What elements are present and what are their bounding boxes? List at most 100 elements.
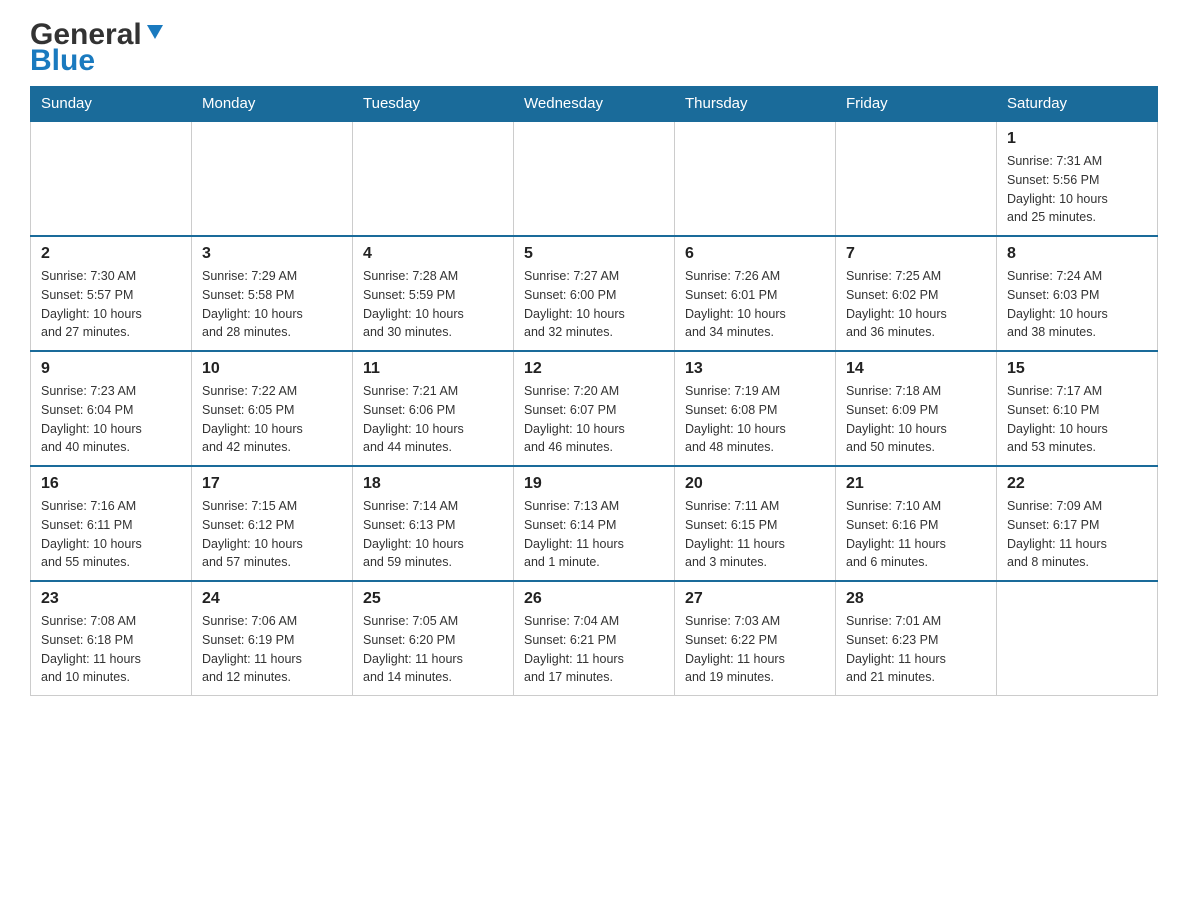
calendar-cell xyxy=(997,581,1158,696)
day-number: 19 xyxy=(524,475,664,493)
logo-triangle-icon xyxy=(144,20,166,42)
day-number: 7 xyxy=(846,245,986,263)
day-info: Sunrise: 7:10 AMSunset: 6:16 PMDaylight:… xyxy=(846,497,986,572)
calendar-cell: 5Sunrise: 7:27 AMSunset: 6:00 PMDaylight… xyxy=(514,236,675,351)
day-number: 27 xyxy=(685,590,825,608)
day-info: Sunrise: 7:14 AMSunset: 6:13 PMDaylight:… xyxy=(363,497,503,572)
calendar-cell: 25 Sunrise: 7:05 AMSunset: 6:20 PMDayligh… xyxy=(353,581,514,696)
day-info: Sunrise: 7:05 AMSunset: 6:20 PMDaylight:… xyxy=(363,612,503,687)
day-info: Sunrise: 7:30 AMSunset: 5:57 PMDaylight:… xyxy=(41,267,181,342)
day-number: 21 xyxy=(846,475,986,493)
calendar-cell: 17 Sunrise: 7:15 AMSunset: 6:12 PMDayligh… xyxy=(192,466,353,581)
day-number: 26 xyxy=(524,590,664,608)
calendar-week-row: 9 Sunrise: 7:23 AMSunset: 6:04 PMDaylight… xyxy=(31,351,1158,466)
day-number: 13 xyxy=(685,360,825,378)
calendar-cell xyxy=(31,121,192,236)
calendar-cell: 4Sunrise: 7:28 AMSunset: 5:59 PMDaylight… xyxy=(353,236,514,351)
day-info: Sunrise: 7:29 AMSunset: 5:58 PMDaylight:… xyxy=(202,267,342,342)
day-info: Sunrise: 7:23 AMSunset: 6:04 PMDaylight:… xyxy=(41,382,181,457)
day-number: 16 xyxy=(41,475,181,493)
calendar-cell: 6 Sunrise: 7:26 AMSunset: 6:01 PMDaylight… xyxy=(675,236,836,351)
day-number: 8 xyxy=(1007,245,1147,263)
day-number: 25 xyxy=(363,590,503,608)
column-header-monday: Monday xyxy=(192,87,353,122)
calendar-cell xyxy=(836,121,997,236)
calendar-cell xyxy=(675,121,836,236)
calendar-header-row: SundayMondayTuesdayWednesdayThursdayFrid… xyxy=(31,87,1158,122)
column-header-wednesday: Wednesday xyxy=(514,87,675,122)
calendar-cell: 2 Sunrise: 7:30 AMSunset: 5:57 PMDaylight… xyxy=(31,236,192,351)
calendar-week-row: 1 Sunrise: 7:31 AMSunset: 5:56 PMDaylight… xyxy=(31,121,1158,236)
day-info: Sunrise: 7:01 AMSunset: 6:23 PMDaylight:… xyxy=(846,612,986,687)
day-info: Sunrise: 7:24 AMSunset: 6:03 PMDaylight:… xyxy=(1007,267,1147,342)
day-number: 5 xyxy=(524,245,664,263)
calendar-table: SundayMondayTuesdayWednesdayThursdayFrid… xyxy=(30,86,1158,696)
day-info: Sunrise: 7:13 AMSunset: 6:14 PMDaylight:… xyxy=(524,497,664,572)
day-number: 6 xyxy=(685,245,825,263)
day-info: Sunrise: 7:09 AMSunset: 6:17 PMDaylight:… xyxy=(1007,497,1147,572)
calendar-cell xyxy=(192,121,353,236)
calendar-cell: 10 Sunrise: 7:22 AMSunset: 6:05 PMDayligh… xyxy=(192,351,353,466)
day-info: Sunrise: 7:08 AMSunset: 6:18 PMDaylight:… xyxy=(41,612,181,687)
day-number: 2 xyxy=(41,245,181,263)
calendar-cell: 15 Sunrise: 7:17 AMSunset: 6:10 PMDayligh… xyxy=(997,351,1158,466)
calendar-cell: 21 Sunrise: 7:10 AMSunset: 6:16 PMDayligh… xyxy=(836,466,997,581)
day-number: 15 xyxy=(1007,360,1147,378)
day-number: 3 xyxy=(202,245,342,263)
calendar-cell: 16 Sunrise: 7:16 AMSunset: 6:11 PMDayligh… xyxy=(31,466,192,581)
day-info: Sunrise: 7:18 AMSunset: 6:09 PMDaylight:… xyxy=(846,382,986,457)
day-number: 22 xyxy=(1007,475,1147,493)
calendar-cell: 20 Sunrise: 7:11 AMSunset: 6:15 PMDayligh… xyxy=(675,466,836,581)
day-info: Sunrise: 7:06 AMSunset: 6:19 PMDaylight:… xyxy=(202,612,342,687)
calendar-cell: 3 Sunrise: 7:29 AMSunset: 5:58 PMDaylight… xyxy=(192,236,353,351)
page-header: General Blue xyxy=(30,20,1158,76)
day-info: Sunrise: 7:21 AMSunset: 6:06 PMDaylight:… xyxy=(363,382,503,457)
day-info: Sunrise: 7:15 AMSunset: 6:12 PMDaylight:… xyxy=(202,497,342,572)
calendar-cell: 13Sunrise: 7:19 AMSunset: 6:08 PMDayligh… xyxy=(675,351,836,466)
day-info: Sunrise: 7:31 AMSunset: 5:56 PMDaylight:… xyxy=(1007,152,1147,227)
column-header-saturday: Saturday xyxy=(997,87,1158,122)
calendar-cell: 27 Sunrise: 7:03 AMSunset: 6:22 PMDayligh… xyxy=(675,581,836,696)
day-number: 23 xyxy=(41,590,181,608)
calendar-cell: 18 Sunrise: 7:14 AMSunset: 6:13 PMDayligh… xyxy=(353,466,514,581)
calendar-cell: 22 Sunrise: 7:09 AMSunset: 6:17 PMDayligh… xyxy=(997,466,1158,581)
calendar-cell: 9 Sunrise: 7:23 AMSunset: 6:04 PMDaylight… xyxy=(31,351,192,466)
day-info: Sunrise: 7:04 AMSunset: 6:21 PMDaylight:… xyxy=(524,612,664,687)
day-number: 20 xyxy=(685,475,825,493)
day-number: 10 xyxy=(202,360,342,378)
calendar-cell: 7 Sunrise: 7:25 AMSunset: 6:02 PMDaylight… xyxy=(836,236,997,351)
day-info: Sunrise: 7:11 AMSunset: 6:15 PMDaylight:… xyxy=(685,497,825,572)
day-info: Sunrise: 7:16 AMSunset: 6:11 PMDaylight:… xyxy=(41,497,181,572)
day-info: Sunrise: 7:26 AMSunset: 6:01 PMDaylight:… xyxy=(685,267,825,342)
calendar-cell: 24 Sunrise: 7:06 AMSunset: 6:19 PMDayligh… xyxy=(192,581,353,696)
calendar-week-row: 16 Sunrise: 7:16 AMSunset: 6:11 PMDayligh… xyxy=(31,466,1158,581)
day-number: 17 xyxy=(202,475,342,493)
day-info: Sunrise: 7:20 AMSunset: 6:07 PMDaylight:… xyxy=(524,382,664,457)
calendar-cell: 23 Sunrise: 7:08 AMSunset: 6:18 PMDayligh… xyxy=(31,581,192,696)
day-number: 9 xyxy=(41,360,181,378)
calendar-cell: 26 Sunrise: 7:04 AMSunset: 6:21 PMDayligh… xyxy=(514,581,675,696)
column-header-sunday: Sunday xyxy=(31,87,192,122)
day-number: 11 xyxy=(363,360,503,378)
calendar-cell: 11 Sunrise: 7:21 AMSunset: 6:06 PMDayligh… xyxy=(353,351,514,466)
calendar-cell: 19 Sunrise: 7:13 AMSunset: 6:14 PMDayligh… xyxy=(514,466,675,581)
day-number: 28 xyxy=(846,590,986,608)
day-info: Sunrise: 7:03 AMSunset: 6:22 PMDaylight:… xyxy=(685,612,825,687)
calendar-cell: 8 Sunrise: 7:24 AMSunset: 6:03 PMDaylight… xyxy=(997,236,1158,351)
calendar-week-row: 2 Sunrise: 7:30 AMSunset: 5:57 PMDaylight… xyxy=(31,236,1158,351)
day-number: 14 xyxy=(846,360,986,378)
day-info: Sunrise: 7:17 AMSunset: 6:10 PMDaylight:… xyxy=(1007,382,1147,457)
calendar-week-row: 23 Sunrise: 7:08 AMSunset: 6:18 PMDayligh… xyxy=(31,581,1158,696)
calendar-cell xyxy=(353,121,514,236)
day-number: 12 xyxy=(524,360,664,378)
calendar-cell: 28 Sunrise: 7:01 AMSunset: 6:23 PMDayligh… xyxy=(836,581,997,696)
calendar-cell: 12 Sunrise: 7:20 AMSunset: 6:07 PMDayligh… xyxy=(514,351,675,466)
column-header-thursday: Thursday xyxy=(675,87,836,122)
day-number: 4 xyxy=(363,245,503,263)
day-number: 24 xyxy=(202,590,342,608)
day-number: 18 xyxy=(363,475,503,493)
calendar-cell xyxy=(514,121,675,236)
day-info: Sunrise: 7:25 AMSunset: 6:02 PMDaylight:… xyxy=(846,267,986,342)
day-number: 1 xyxy=(1007,130,1147,148)
day-info: Sunrise: 7:22 AMSunset: 6:05 PMDaylight:… xyxy=(202,382,342,457)
